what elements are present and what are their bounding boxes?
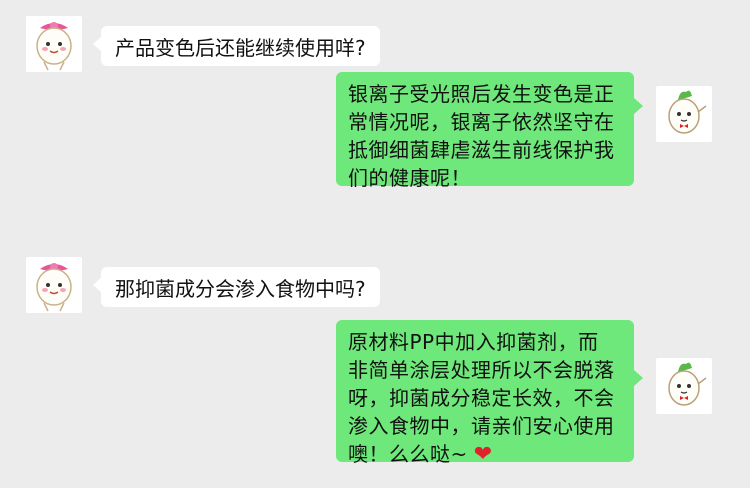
message-line: 非简单涂层处理所以不会脱落 — [348, 358, 615, 382]
radish-boy-avatar-icon[interactable] — [656, 86, 712, 142]
message-line: 抵御细菌肆虐滋生前线保护我 — [348, 138, 615, 162]
radish-boy-avatar-icon[interactable] — [656, 358, 712, 414]
message-line: 银离子受光照后发生变色是正 — [348, 82, 615, 106]
outgoing-message-bubble[interactable]: 原材料PP中加入抑菌剂，而 非简单涂层处理所以不会脱落 呀，抑菌成分稳定长效，不… — [336, 320, 634, 467]
incoming-message-bubble[interactable]: 那抑菌成分会渗入食物中吗? — [101, 267, 380, 307]
message-line: 常情况呢，银离子依然坚守在 — [348, 110, 615, 134]
heart-icon: ❤ — [473, 442, 493, 467]
bubble-tail — [634, 370, 643, 386]
message-line-last: 噢！么么哒~ ❤ — [348, 440, 622, 469]
bubble-tail — [634, 98, 643, 114]
message-line: 噢！么么哒~ — [348, 442, 468, 466]
radish-girl-avatar-icon[interactable] — [26, 257, 82, 313]
outgoing-message-bubble[interactable]: 银离子受光照后发生变色是正 常情况呢，银离子依然坚守在 抵御细菌肆虐滋生前线保护… — [336, 72, 634, 190]
message-line: 们的健康呢！ — [348, 166, 471, 190]
message-text: 那抑菌成分会渗入食物中吗? — [115, 277, 366, 301]
radish-girl-avatar-icon[interactable] — [26, 16, 82, 72]
message-text: 产品变色后还能继续使用咩? — [115, 36, 366, 60]
message-line: 渗入食物中，请亲们安心使用 — [348, 414, 615, 438]
message-line: 原材料PP中加入抑菌剂，而 — [348, 330, 599, 354]
message-line: 呀，抑菌成分稳定长效，不会 — [348, 386, 615, 410]
incoming-message-bubble[interactable]: 产品变色后还能继续使用咩? — [101, 26, 380, 66]
